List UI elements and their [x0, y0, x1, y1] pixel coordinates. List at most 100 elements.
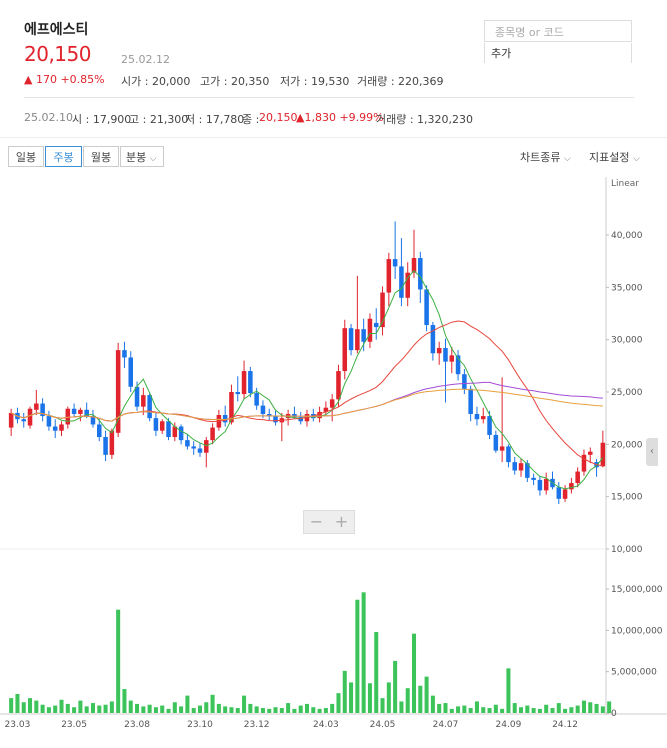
volume-bar — [53, 705, 58, 713]
candle — [248, 366, 253, 398]
candle-body — [134, 386, 140, 407]
zoom-in-button[interactable]: + — [329, 511, 354, 533]
volume-bar — [172, 702, 177, 713]
add-button[interactable]: 추가 — [484, 43, 632, 63]
day-close-label: 종 : — [242, 113, 260, 126]
candle — [468, 385, 473, 422]
volume-bar — [336, 693, 341, 713]
candle-body — [147, 395, 152, 419]
x-tick-label: 24.12 — [552, 720, 578, 730]
candle-body — [506, 446, 511, 463]
volume-bar — [153, 707, 158, 713]
volume-bar — [468, 708, 473, 713]
candle-body — [128, 357, 134, 387]
volume-bar — [223, 706, 228, 713]
candle-body — [480, 416, 486, 420]
candle-body — [241, 371, 247, 395]
high-stat: 고가 : 20,350 — [200, 75, 270, 88]
candle-body — [222, 415, 228, 423]
volume-bar — [443, 703, 448, 713]
candle — [46, 410, 52, 431]
price-volume-chart[interactable]: Linear 40,000 35,000 30,000 25,000 20,000 15,0… — [0, 177, 667, 744]
scale-type-label: Linear — [611, 179, 639, 189]
volume-bar — [242, 695, 247, 713]
candle — [128, 351, 134, 392]
volume-bar — [235, 708, 240, 713]
candle-body — [46, 416, 52, 427]
candle-body — [493, 434, 499, 451]
volume-bar — [487, 708, 492, 713]
candle — [40, 398, 45, 422]
candle-body — [468, 388, 473, 414]
chevron-down-icon: ⌵ — [563, 154, 571, 164]
volume-bar — [166, 708, 171, 713]
candle — [399, 238, 404, 307]
candle — [512, 456, 517, 475]
candle-body — [103, 437, 108, 455]
candle-body — [342, 328, 348, 372]
volume-bar — [349, 682, 354, 713]
candle-body — [543, 478, 549, 491]
x-tick-label: 24.07 — [433, 720, 459, 730]
candle — [34, 389, 39, 416]
volume-bar — [342, 670, 347, 713]
divider — [24, 97, 634, 98]
candle-body — [260, 405, 266, 414]
candle-body — [97, 424, 102, 438]
period-button-week[interactable]: 주봉 — [45, 146, 82, 167]
indicator-menu[interactable]: 지표설정 ⌵ — [589, 149, 640, 165]
volume-bar — [588, 702, 593, 713]
volume-bar — [103, 704, 108, 713]
candle — [405, 262, 410, 307]
candle — [380, 286, 385, 336]
divider — [0, 137, 667, 138]
period-button-month[interactable]: 월봉 — [83, 146, 119, 167]
zoom-out-button[interactable]: − — [304, 511, 329, 533]
search-input[interactable]: 종목명 or 코드 — [484, 20, 632, 42]
volume-bar — [581, 700, 586, 713]
volume-tick-label: 0 — [611, 709, 617, 719]
x-tick-label: 23.08 — [124, 720, 150, 730]
period-button-minute[interactable]: 분봉 ⌵ — [120, 146, 164, 167]
volume-bar — [569, 707, 574, 713]
candle — [197, 443, 203, 457]
volume-tick-label: 15,000,000 — [611, 585, 663, 595]
chevron-down-icon: ⌵ — [149, 154, 157, 164]
volume-bar — [279, 708, 284, 713]
volume-bar — [537, 708, 542, 713]
price-tick-label: 35,000 — [611, 283, 643, 293]
volume-bar — [386, 682, 391, 713]
candle — [90, 409, 96, 428]
volume-bar — [323, 708, 328, 713]
volume-bar — [330, 703, 335, 713]
volume-bar — [380, 698, 385, 713]
volume-bar — [298, 705, 303, 713]
candle-body — [499, 446, 505, 451]
candle — [537, 475, 543, 496]
moving-average-line — [10, 270, 604, 490]
candle-body — [348, 328, 354, 351]
volume-bar — [424, 676, 429, 713]
candle — [525, 460, 530, 483]
chart-type-menu[interactable]: 차트종류 ⌵ — [520, 149, 571, 165]
candle-body — [141, 395, 146, 407]
volume-bar — [430, 695, 435, 713]
candle — [493, 430, 499, 453]
candle — [443, 338, 448, 403]
candle — [304, 409, 310, 427]
period-button-day[interactable]: 일봉 — [8, 146, 44, 167]
volume-bar — [418, 685, 423, 713]
volume-bar — [411, 633, 417, 713]
volume-bar — [197, 705, 203, 713]
side-panel-toggle[interactable]: ‹ — [646, 438, 658, 466]
volume-bar — [481, 707, 486, 713]
volume-bar — [367, 683, 372, 713]
candle — [241, 360, 247, 400]
volume-bar — [216, 703, 221, 713]
volume-bar — [355, 599, 360, 713]
volume-bar — [500, 708, 505, 713]
chart-area[interactable]: Linear 40,000 35,000 30,000 25,000 20,000 15,0… — [0, 177, 667, 744]
candle-body — [418, 258, 423, 290]
candle-body — [166, 421, 171, 438]
candle — [266, 408, 272, 421]
